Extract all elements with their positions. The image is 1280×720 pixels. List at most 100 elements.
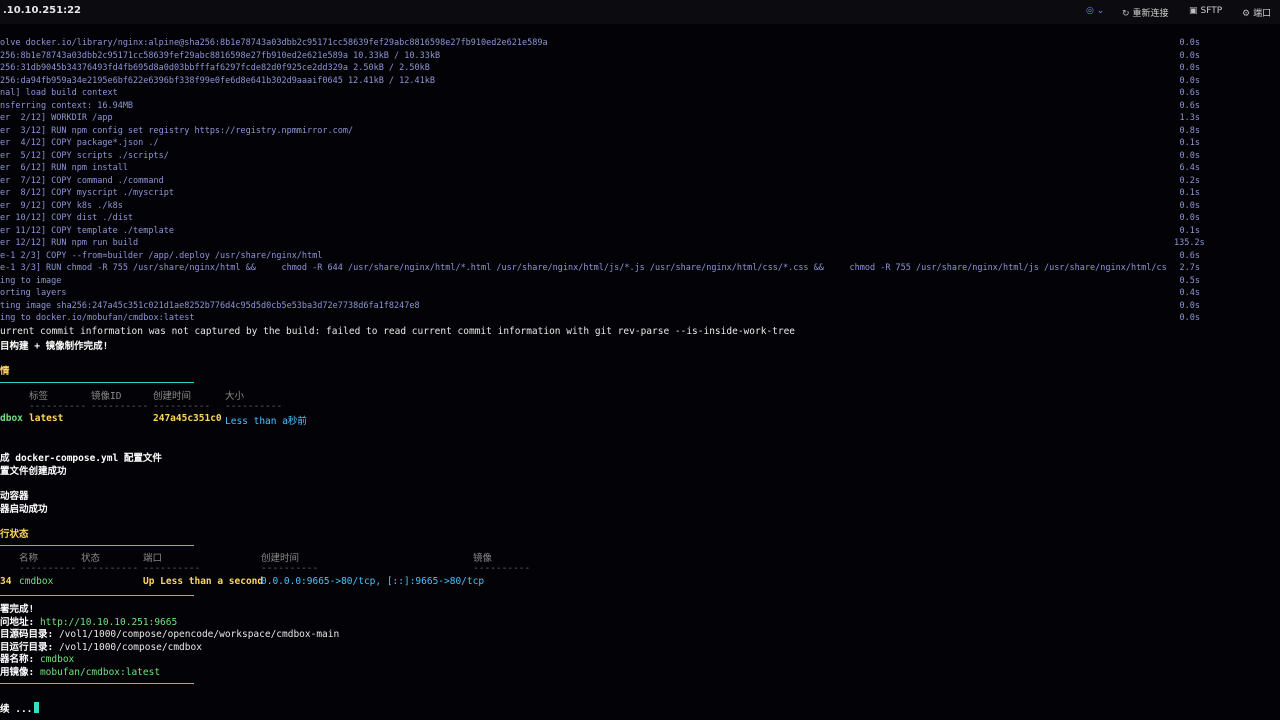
log-duration: 0.0s <box>1179 63 1200 73</box>
compose-step-title: 成 docker-compose.yml 配置文件 <box>0 453 162 464</box>
dash-separator: ---------- <box>91 401 149 412</box>
compose-step-result: 置文件创建成功 <box>0 466 67 477</box>
col-header-tag: 标签 <box>29 391 49 402</box>
summary-src: 目源码目录: /vol1/1000/compose/opencode/works… <box>0 626 339 640</box>
log-line: e-1 2/3] COPY --from=builder /app/.deplo… <box>0 250 323 261</box>
log-line: olve docker.io/library/nginx:alpine@sha2… <box>0 38 548 48</box>
log-line: ting image sha256:247a45c351c021d1ae8252… <box>0 300 420 311</box>
log-duration: 0.0s <box>1179 38 1200 48</box>
log-duration: 0.0s <box>1179 150 1200 161</box>
col-header-status: 状态 <box>81 553 101 564</box>
col-header-image-id: 镜像ID <box>91 391 122 402</box>
refresh-icon: ↻ <box>1122 9 1130 19</box>
log-duration: 0.1s <box>1179 225 1200 236</box>
dash-separator: ---------- <box>143 563 201 574</box>
tips-menu[interactable]: ◎ ⌄ <box>1086 6 1104 16</box>
log-line: orting layers <box>0 288 67 298</box>
reconnect-button[interactable]: ↻ 重新连接 <box>1122 6 1169 19</box>
continue-prompt: 续 ... <box>0 704 33 715</box>
image-created: Less than a秒前 <box>225 416 307 427</box>
log-duration: 0.0s <box>1179 313 1200 323</box>
ports-button[interactable]: ⚙ 端口 <box>1242 6 1271 19</box>
plug-icon: ⚙ <box>1242 9 1251 19</box>
log-line: e-1 3/3] RUN chmod -R 755 /usr/share/ngi… <box>0 263 1167 273</box>
log-line: er 9/12] COPY k8s ./k8s <box>0 200 123 211</box>
title-bar: .10.10.251:22 ◎ ⌄ ↻ 重新连接 ▣ SFTP ⚙ 端口 <box>0 0 1280 24</box>
start-step-result: 器启动成功 <box>0 504 48 515</box>
summary-run-value: /vol1/1000/compose/cmdbox <box>58 642 202 653</box>
log-duration: 0.2s <box>1179 175 1200 186</box>
log-line: ing to image <box>0 275 62 286</box>
image-tag: latest <box>29 413 64 424</box>
log-duration: 1.3s <box>1179 113 1200 123</box>
log-line: er 7/12] COPY command ./command <box>0 175 164 186</box>
log-line: er 10/12] COPY dist ./dist <box>0 213 134 223</box>
log-line: 256:da94fb959a34e2195e6bf622e6396bf338f9… <box>0 75 435 86</box>
image-id: 247a45c351c0 <box>153 413 222 424</box>
log-line: er 12/12] RUN npm run build <box>0 238 139 248</box>
log-line: 256:31db9045b34376493fd4fb695d8a0d03bbff… <box>0 63 430 73</box>
reconnect-label: 重新连接 <box>1132 9 1169 19</box>
dash-separator: ---------- <box>261 563 319 574</box>
folder-icon: ▣ <box>1189 6 1198 16</box>
log-duration: 0.4s <box>1179 288 1200 298</box>
section-divider <box>0 595 194 596</box>
window-title: .10.10.251:22 <box>3 5 82 16</box>
log-duration: 0.0s <box>1179 213 1200 223</box>
ports-label: 端口 <box>1253 9 1272 19</box>
log-line: er 6/12] RUN npm install <box>0 163 128 173</box>
log-line: er 2/12] WORKDIR /app <box>0 113 113 123</box>
log-line: nsferring context: 16.94MB <box>0 100 134 111</box>
col-header-created: 创建时间 <box>153 391 192 402</box>
status-section-title: 行状态 <box>0 529 29 540</box>
log-duration: 0.0s <box>1179 300 1200 311</box>
container-ports: 0.0.0.0:9665->80/tcp, [::]:9665->80/tcp <box>261 576 485 587</box>
log-line: er 3/12] RUN npm config set registry htt… <box>0 125 354 136</box>
log-line: er 11/12] COPY template ./template <box>0 225 174 236</box>
log-line: nal] load build context <box>0 88 118 98</box>
dash-separator: ---------- <box>29 401 87 412</box>
log-duration: 0.6s <box>1179 100 1200 111</box>
dash-separator: ---------- <box>153 401 211 412</box>
log-line: er 4/12] COPY package*.json ./ <box>0 138 159 148</box>
section-divider <box>0 683 194 684</box>
col-header-size: 大小 <box>225 391 245 402</box>
container-id: 34 <box>0 576 12 587</box>
log-line: er 8/12] COPY myscript ./myscript <box>0 188 174 198</box>
log-duration: 0.0s <box>1179 50 1200 61</box>
deploy-complete: 署完成! <box>0 604 35 615</box>
log-duration: 135.2s <box>1174 238 1205 248</box>
col-header-name: 名称 <box>19 553 39 564</box>
dash-separator: ---------- <box>225 401 283 412</box>
sftp-label: SFTP <box>1200 6 1223 16</box>
section-divider <box>0 545 194 546</box>
terminal-output[interactable]: olve docker.io/library/nginx:alpine@sha2… <box>0 36 1280 720</box>
log-duration: 0.6s <box>1179 88 1200 98</box>
lightbulb-icon: ◎ <box>1086 6 1094 16</box>
container-status: Up Less than a second <box>143 576 264 587</box>
log-duration: 2.7s <box>1179 263 1200 273</box>
col-header-created: 创建时间 <box>261 553 300 564</box>
terminal-cursor <box>34 702 39 713</box>
sftp-button[interactable]: ▣ SFTP <box>1189 6 1222 16</box>
section-divider <box>0 382 194 383</box>
log-duration: 0.8s <box>1179 125 1200 136</box>
summary-image-value: mobufan/cmdbox:latest <box>39 667 161 678</box>
dash-separator: ---------- <box>473 563 531 574</box>
dash-separator: ---------- <box>81 563 139 574</box>
log-line: 256:8b1e78743a03dbb2c95171cc58639fef29ab… <box>0 50 441 61</box>
log-duration: 0.1s <box>1179 138 1200 148</box>
dash-separator: ---------- <box>19 563 77 574</box>
image-section-title: 情 <box>0 366 10 377</box>
log-duration: 0.1s <box>1179 188 1200 198</box>
log-duration: 0.5s <box>1179 275 1200 286</box>
log-duration: 6.4s <box>1179 163 1200 173</box>
summary-image: 用镜像: mobufan/cmdbox:latest <box>0 664 160 678</box>
log-duration: 0.6s <box>1179 250 1200 261</box>
log-line: ing to docker.io/mobufan/cmdbox:latest <box>0 313 195 323</box>
col-header-image: 镜像 <box>473 553 493 564</box>
log-duration: 0.0s <box>1179 75 1200 86</box>
col-header-ports: 端口 <box>143 553 163 564</box>
build-complete-message: 目构建 + 镜像制作完成! <box>0 341 109 352</box>
summary-image-label: 用镜像: <box>0 667 40 678</box>
